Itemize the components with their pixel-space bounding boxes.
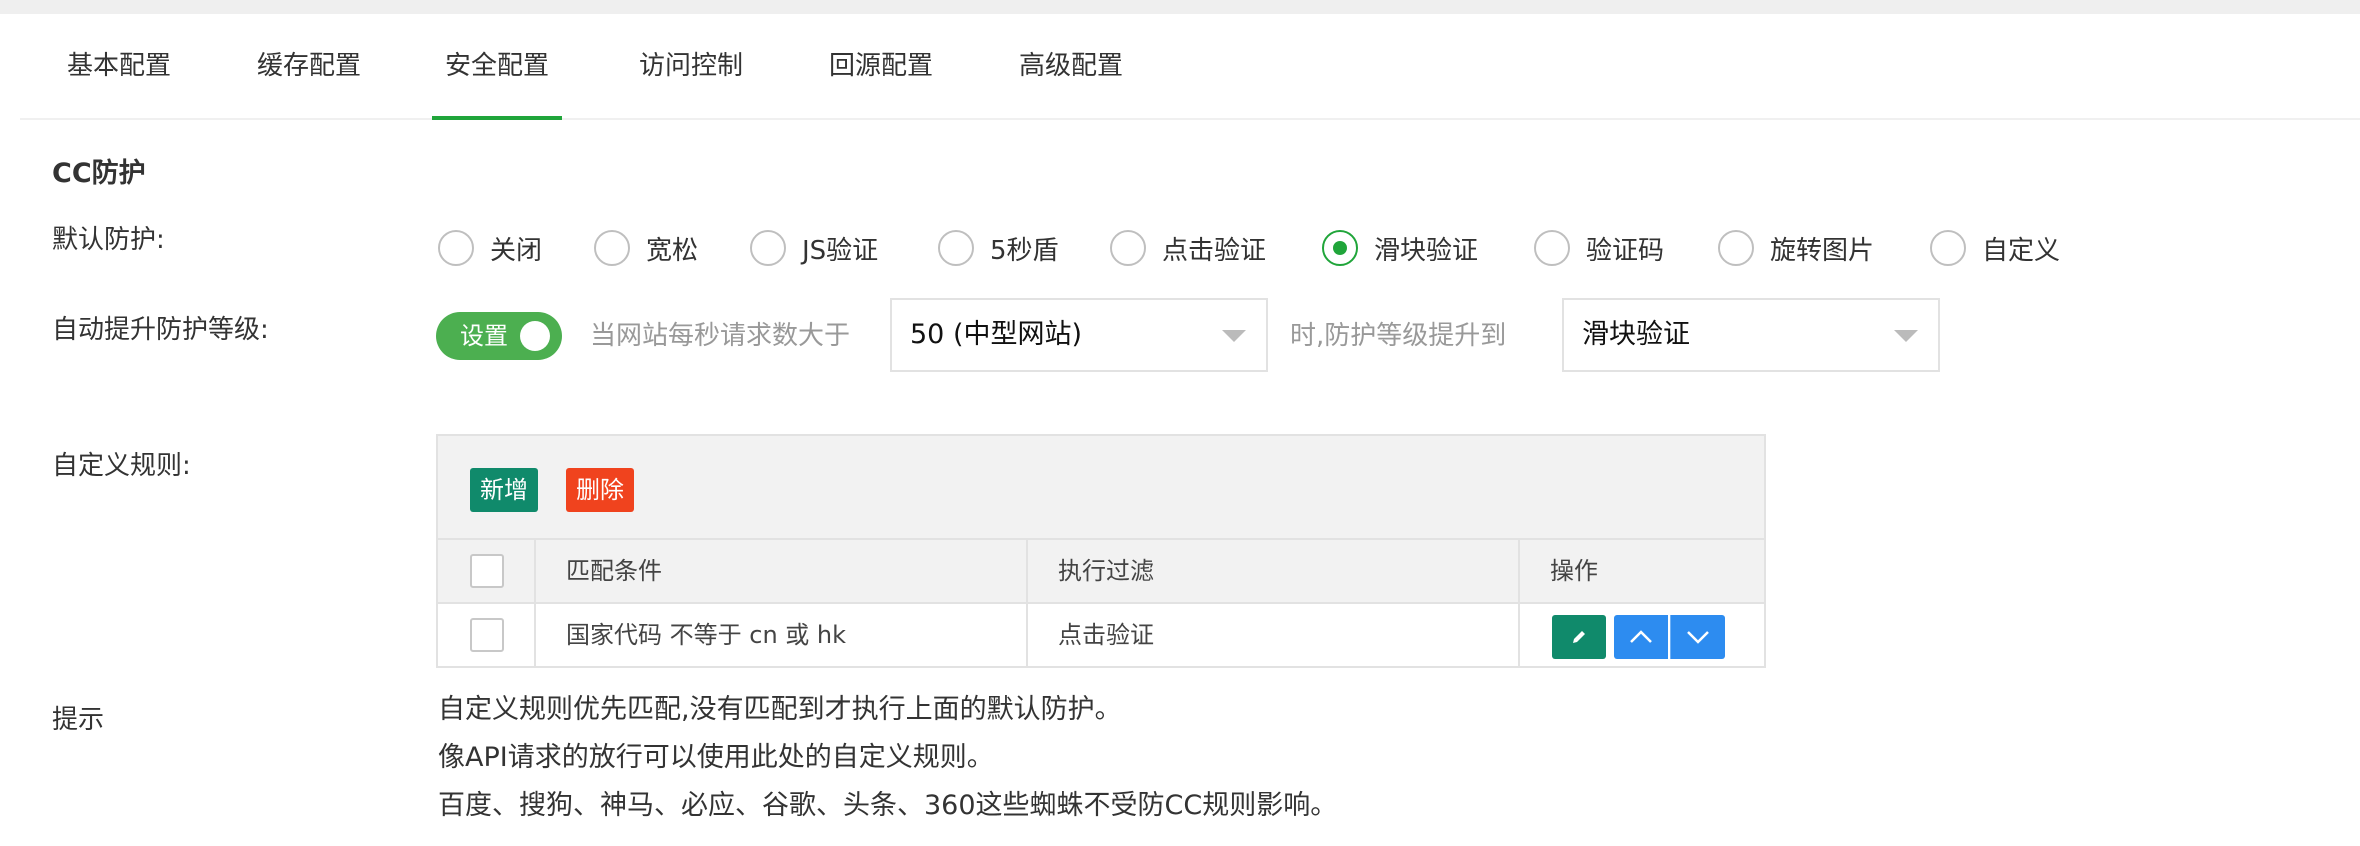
tab-basic-config[interactable]: 基本配置	[40, 14, 198, 118]
edit-rule-button[interactable]	[1552, 615, 1606, 659]
tab-cache-config[interactable]: 缓存配置	[230, 14, 388, 118]
radio-circle	[1534, 230, 1570, 266]
chevron-down-icon	[1894, 330, 1918, 342]
level-prefix-text: 时,防护等级提升到	[1290, 321, 1507, 351]
tab-advanced-config[interactable]: 高级配置	[992, 14, 1150, 118]
radio-circle	[938, 230, 974, 266]
radio-circle	[438, 230, 474, 266]
move-down-button[interactable]	[1670, 615, 1725, 659]
radio-rotate-image[interactable]: 旋转图片	[1718, 224, 1874, 272]
chevron-down-icon	[1222, 330, 1246, 342]
radio-circle	[1110, 230, 1146, 266]
pencil-icon	[1573, 631, 1585, 643]
radio-captcha[interactable]: 验证码	[1534, 224, 1664, 272]
table-row: 国家代码 不等于 cn 或 hk 点击验证	[438, 604, 1764, 666]
column-divider	[534, 540, 536, 666]
section-title-cc: CC防护	[52, 158, 146, 189]
chevron-up-icon	[1630, 630, 1652, 643]
tip-line: 百度、搜狗、神马、必应、谷歌、头条、360这些蜘蛛不受防CC规则影响。	[438, 790, 1338, 821]
tips-label: 提示	[52, 705, 105, 735]
column-header-operation: 操作	[1550, 557, 1598, 585]
threshold-prefix-text: 当网站每秒请求数大于	[590, 321, 851, 351]
tip-line: 像API请求的放行可以使用此处的自定义规则。	[438, 742, 994, 773]
top-bar	[0, 0, 2360, 14]
radio-loose[interactable]: 宽松	[594, 224, 698, 272]
chevron-down-icon	[1687, 631, 1709, 644]
default-protection-radio-group: 关闭 宽松 JS验证 5秒盾 点击验证 滑块验证 验证码 旋转图片 自定义	[438, 224, 2138, 272]
radio-custom[interactable]: 自定义	[1930, 224, 2060, 272]
tab-access-control[interactable]: 访问控制	[612, 14, 770, 118]
radio-circle	[1718, 230, 1754, 266]
radio-circle	[594, 230, 630, 266]
radio-label: 宽松	[646, 235, 699, 266]
radio-label: 自定义	[1982, 235, 2061, 266]
column-divider	[1518, 540, 1520, 666]
move-up-button[interactable]	[1614, 615, 1668, 659]
column-header-action: 执行过滤	[1058, 557, 1154, 585]
select-all-checkbox[interactable]	[470, 554, 504, 588]
radio-slider-verify[interactable]: 滑块验证	[1322, 224, 1478, 272]
radio-circle-selected	[1322, 230, 1358, 266]
radio-label: 滑块验证	[1374, 235, 1479, 266]
rules-toolbar: 新增 删除	[438, 436, 1764, 540]
toggle-knob	[520, 321, 550, 351]
tab-security-config[interactable]: 安全配置	[432, 14, 562, 120]
column-header-condition: 匹配条件	[566, 557, 662, 585]
level-select-value: 滑块验证	[1582, 319, 1690, 350]
auto-raise-toggle[interactable]: 设置	[436, 312, 562, 360]
radio-label: 点击验证	[1162, 235, 1267, 266]
rule-condition-cell: 国家代码 不等于 cn 或 hk	[566, 621, 847, 649]
threshold-select[interactable]: 50 (中型网站)	[890, 298, 1268, 372]
add-rule-button[interactable]: 新增	[470, 468, 538, 512]
level-select[interactable]: 滑块验证	[1562, 298, 1940, 372]
radio-label: 旋转图片	[1770, 235, 1875, 266]
radio-click-verify[interactable]: 点击验证	[1110, 224, 1266, 272]
radio-label: 关闭	[490, 235, 543, 266]
auto-raise-label: 自动提升防护等级:	[52, 315, 269, 345]
radio-off[interactable]: 关闭	[438, 224, 542, 272]
tab-origin-config[interactable]: 回源配置	[802, 14, 960, 118]
radio-label: 5秒盾	[990, 235, 1059, 266]
toggle-label: 设置	[460, 322, 508, 350]
default-protection-label: 默认防护:	[52, 225, 165, 255]
rule-action-cell: 点击验证	[1058, 621, 1154, 649]
radio-js-verify[interactable]: JS验证	[750, 224, 878, 272]
threshold-select-value: 50 (中型网站)	[910, 319, 1083, 350]
radio-label: JS验证	[802, 235, 879, 266]
column-divider	[1026, 540, 1028, 666]
radio-circle	[1930, 230, 1966, 266]
config-tabs: 基本配置 缓存配置 安全配置 访问控制 回源配置 高级配置	[20, 14, 2360, 120]
table-header: 匹配条件 执行过滤 操作	[438, 540, 1764, 604]
radio-label: 验证码	[1586, 235, 1665, 266]
custom-rules-label: 自定义规则:	[52, 451, 191, 481]
row-checkbox[interactable]	[470, 618, 504, 652]
radio-5s-shield[interactable]: 5秒盾	[938, 224, 1059, 272]
radio-circle	[750, 230, 786, 266]
custom-rules-table: 新增 删除 匹配条件 执行过滤 操作 国家代码 不等于 cn 或 hk 点击验证	[436, 434, 1766, 668]
delete-rule-button[interactable]: 删除	[566, 468, 634, 512]
tip-line: 自定义规则优先匹配,没有匹配到才执行上面的默认防护。	[438, 694, 1122, 725]
